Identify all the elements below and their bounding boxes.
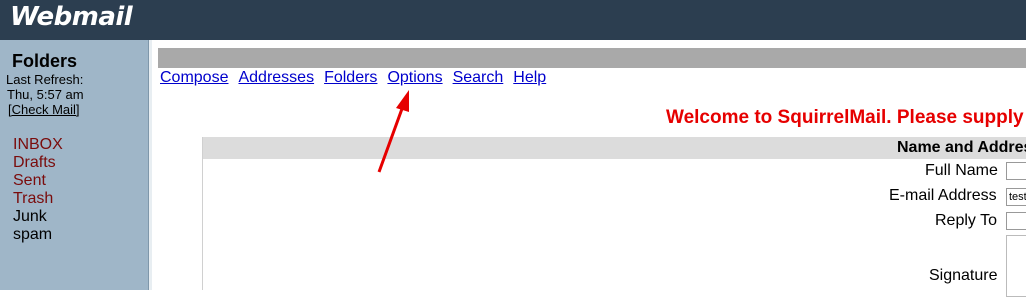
annotation-arrow-icon <box>377 90 409 173</box>
